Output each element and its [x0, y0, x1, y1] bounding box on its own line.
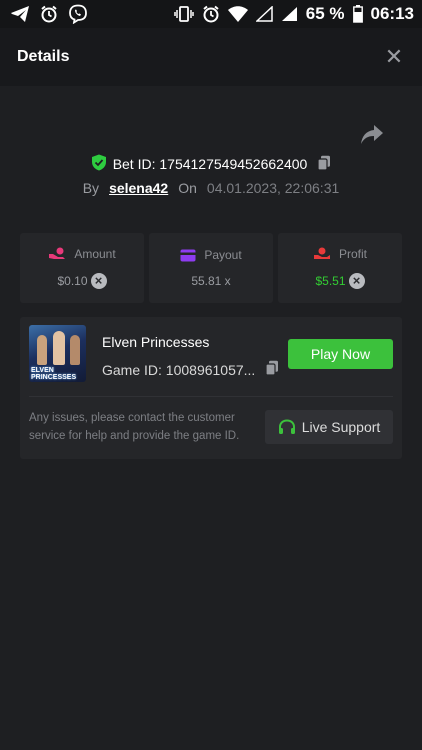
copy-icon	[265, 360, 279, 376]
username-link[interactable]: selena42	[109, 180, 168, 196]
game-thumbnail-logo: ELVEN PRINCESSES	[31, 367, 77, 381]
battery-percent: 65 %	[305, 4, 345, 23]
copy-icon	[317, 155, 331, 171]
share-button[interactable]	[360, 124, 384, 146]
share-icon	[361, 125, 383, 144]
bet-id-line: Bet ID: 1754127549452662400	[0, 154, 422, 174]
page-title: Details	[17, 48, 70, 65]
hand-coins-icon	[49, 247, 66, 259]
play-now-button[interactable]: Play Now	[288, 339, 393, 369]
alarm-icon	[202, 5, 220, 23]
clock: 06:13	[370, 4, 414, 23]
amount-label: Amount	[74, 247, 116, 261]
copy-bet-id-button[interactable]	[317, 155, 331, 174]
payout-label: Payout	[204, 248, 242, 262]
live-support-label: Live Support	[301, 419, 381, 435]
verified-shield-icon	[91, 154, 107, 174]
alarm-icon	[40, 5, 58, 23]
headset-icon	[278, 418, 295, 434]
hand-money-icon	[313, 247, 330, 259]
amount-value: $0.10	[57, 274, 88, 288]
divider	[29, 396, 393, 397]
game-id: Game ID: 1008961057...	[102, 361, 256, 378]
payout-value: 55.81 x	[191, 274, 231, 288]
amount-remove-button[interactable]: ×	[90, 273, 107, 289]
wifi-icon	[227, 6, 248, 22]
close-icon: ✕	[384, 44, 404, 69]
vibrate-icon	[174, 5, 194, 23]
game-name: Elven Princesses	[102, 334, 210, 350]
battery-icon	[352, 5, 363, 23]
game-id-line: Game ID: 1008961057...	[102, 360, 279, 379]
support-hint: Any issues, please contact the customer …	[29, 412, 240, 442]
profit-value: $5.51	[315, 274, 346, 288]
details-header: Details ✕	[0, 28, 422, 86]
profit-label: Profit	[338, 247, 367, 261]
card-icon	[180, 249, 196, 261]
live-support-button[interactable]: Live Support	[265, 410, 393, 444]
bet-date: 04.01.2023, 22:06:31	[206, 180, 340, 196]
status-bar: 65 % 06:13	[0, 0, 422, 28]
signal-empty-icon	[255, 6, 273, 22]
profit-remove-button[interactable]: ×	[348, 273, 365, 289]
game-thumbnail[interactable]: ELVEN PRINCESSES	[29, 325, 86, 382]
copy-game-id-button[interactable]	[265, 360, 279, 379]
signal-icon	[281, 6, 298, 22]
by-label: By	[82, 180, 100, 196]
payout-card: Payout 55.81 x	[149, 233, 273, 303]
bet-stats: Amount $0.10 × Payout 55.81 x Profit $5.…	[20, 233, 402, 303]
telegram-icon	[10, 5, 30, 23]
bet-id: Bet ID: 1754127549452662400	[112, 156, 308, 172]
bet-meta-line: By selena42 On 04.01.2023, 22:06:31	[0, 180, 422, 196]
details-content: Bet ID: 1754127549452662400 By selena42 …	[0, 86, 422, 750]
profit-card: Profit $5.51 ×	[278, 233, 402, 303]
game-card: ELVEN PRINCESSES Elven Princesses Game I…	[20, 317, 402, 459]
viber-icon	[68, 4, 88, 24]
close-button[interactable]: ✕	[383, 44, 405, 70]
amount-card: Amount $0.10 ×	[20, 233, 144, 303]
on-label: On	[178, 180, 197, 196]
